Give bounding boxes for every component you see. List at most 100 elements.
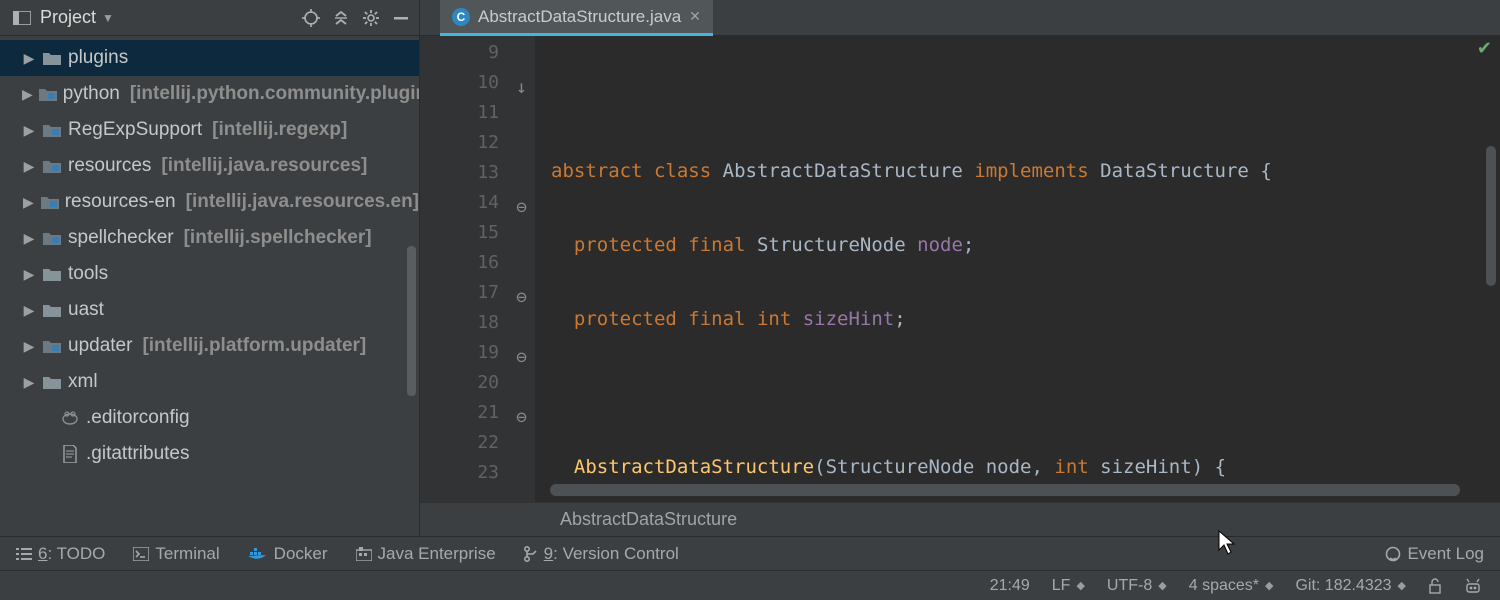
project-tool-window: Project ▼ ▶ plugins ▶: [0, 0, 420, 536]
enterprise-icon: [356, 547, 372, 561]
folder-icon: [42, 266, 62, 282]
code-area: 910↓11121314⊖151617⊖1819⊖2021⊖2223 abstr…: [420, 36, 1500, 502]
project-tree-scrollbar[interactable]: [407, 246, 416, 396]
editor-area: C AbstractDataStructure.java ✕ 910↓11121…: [420, 0, 1500, 536]
tree-item-label: python: [63, 83, 120, 105]
close-tab-icon[interactable]: ✕: [689, 8, 701, 25]
expand-icon[interactable]: ▶: [22, 122, 36, 139]
tree-folder-plugins[interactable]: ▶ plugins: [0, 40, 419, 76]
tree-folder-resources-en[interactable]: ▶ resources-en [intellij.java.resources.…: [0, 184, 419, 220]
tree-item-module: [intellij.platform.updater]: [142, 335, 366, 357]
tree-item-label: .editorconfig: [86, 407, 190, 429]
fold-gutter-icon[interactable]: ⊖: [513, 343, 527, 357]
tree-item-module: [intellij.regexp]: [212, 119, 347, 141]
code-editor[interactable]: abstract class AbstractDataStructure imp…: [535, 36, 1500, 502]
module-folder-icon: [39, 86, 57, 102]
expand-icon[interactable]: ▶: [22, 374, 36, 391]
expand-icon[interactable]: ▶: [22, 338, 36, 355]
gutter[interactable]: 910↓11121314⊖151617⊖1819⊖2021⊖2223: [420, 36, 535, 502]
breadcrumb[interactable]: AbstractDataStructure: [420, 502, 1500, 536]
collapse-all-icon[interactable]: [329, 6, 353, 30]
tree-item-label: resources: [68, 155, 151, 177]
tree-item-label: RegExpSupport: [68, 119, 202, 141]
editor-tab-active[interactable]: C AbstractDataStructure.java ✕: [440, 0, 713, 36]
vcs-icon: [524, 546, 538, 562]
event-log-icon: [1385, 546, 1401, 562]
list-icon: [16, 547, 32, 561]
tree-folder-python[interactable]: ▶ python [intellij.python.community.plug…: [0, 76, 419, 112]
expand-icon[interactable]: ▶: [22, 50, 36, 67]
tree-item-module: [intellij.spellchecker]: [184, 227, 372, 249]
tree-folder-uast[interactable]: ▶ uast: [0, 292, 419, 328]
tree-folder-tools[interactable]: ▶ tools: [0, 256, 419, 292]
tree-item-label: xml: [68, 371, 98, 393]
folder-icon: [42, 50, 62, 66]
tw-todo[interactable]: 6: TODO: [16, 544, 105, 564]
editor-tab-label: AbstractDataStructure.java: [478, 7, 681, 27]
tree-item-label: tools: [68, 263, 108, 285]
tw-event-log[interactable]: Event Log: [1385, 544, 1484, 564]
project-tool-title[interactable]: Project ▼: [40, 7, 114, 28]
tree-item-module: [intellij.python.community.plugin]: [130, 83, 419, 105]
expand-icon[interactable]: ▶: [22, 266, 36, 283]
status-git-branch[interactable]: Git: 182.4323◆: [1295, 577, 1406, 595]
tool-windows-bar: 6: TODO Terminal Docker Java Enterprise …: [0, 536, 1500, 570]
target-icon[interactable]: [299, 6, 323, 30]
gear-icon[interactable]: [359, 6, 383, 30]
tree-item-label: uast: [68, 299, 104, 321]
tree-folder-updater[interactable]: ▶ updater [intellij.platform.updater]: [0, 328, 419, 364]
tree-item-label: spellchecker: [68, 227, 174, 249]
fold-gutter-icon[interactable]: ⊖: [513, 283, 527, 297]
expand-icon[interactable]: ▶: [22, 158, 36, 175]
tree-item-module: [intellij.java.resources]: [161, 155, 367, 177]
expand-icon[interactable]: ▶: [22, 230, 36, 247]
project-tree[interactable]: ▶ plugins ▶ python [intellij.python.comm…: [0, 36, 419, 536]
module-folder-icon: [42, 230, 62, 246]
hide-tool-window-icon[interactable]: [389, 6, 413, 30]
tree-folder-resources[interactable]: ▶ resources [intellij.java.resources]: [0, 148, 419, 184]
editor-horizontal-scrollbar[interactable]: [550, 484, 1460, 496]
status-indent[interactable]: 4 spaces*◆: [1189, 577, 1274, 595]
docker-icon: [248, 547, 268, 561]
tree-item-label: plugins: [68, 47, 128, 69]
text-file-icon: [60, 446, 80, 462]
editor-tabs: C AbstractDataStructure.java ✕: [420, 0, 1500, 36]
breadcrumb-item[interactable]: AbstractDataStructure: [560, 509, 737, 530]
module-folder-icon: [41, 194, 59, 210]
tree-folder-spellchecker[interactable]: ▶ spellchecker [intellij.spellchecker]: [0, 220, 419, 256]
tree-folder-xml[interactable]: ▶ xml: [0, 364, 419, 400]
project-tool-header: Project ▼: [0, 0, 419, 36]
override-gutter-icon[interactable]: ↓: [513, 73, 527, 87]
status-line-separator[interactable]: LF◆: [1052, 577, 1085, 595]
inspection-ok-icon[interactable]: ✔: [1477, 38, 1492, 59]
fold-gutter-icon[interactable]: ⊖: [513, 403, 527, 417]
tw-javaee[interactable]: Java Enterprise: [356, 544, 496, 564]
tree-item-label: updater: [68, 335, 132, 357]
terminal-icon: [133, 547, 149, 561]
status-caret-position[interactable]: 21:49: [990, 577, 1030, 595]
tree-file-editorconfig[interactable]: .editorconfig: [0, 400, 419, 436]
folder-icon: [42, 374, 62, 390]
expand-icon[interactable]: ▶: [22, 194, 35, 211]
expand-icon[interactable]: ▶: [22, 302, 36, 319]
tree-item-module: [intellij.java.resources.en]: [186, 191, 419, 213]
tree-item-label: .gitattributes: [86, 443, 190, 465]
project-view-icon[interactable]: [10, 6, 34, 30]
tw-docker[interactable]: Docker: [248, 544, 328, 564]
module-folder-icon: [42, 122, 62, 138]
status-bar: 21:49 LF◆ UTF-8◆ 4 spaces*◆ Git: 182.432…: [0, 570, 1500, 600]
status-inspector-icon[interactable]: [1464, 578, 1482, 594]
tw-version-control[interactable]: 9: Version Control: [524, 544, 679, 564]
module-folder-icon: [42, 158, 62, 174]
fold-gutter-icon[interactable]: ⊖: [513, 193, 527, 207]
editorconfig-icon: [60, 410, 80, 426]
tree-folder-regexpsupport[interactable]: ▶ RegExpSupport [intellij.regexp]: [0, 112, 419, 148]
expand-icon[interactable]: ▶: [22, 86, 33, 103]
editor-vertical-scrollbar[interactable]: [1486, 146, 1496, 286]
module-folder-icon: [42, 338, 62, 354]
status-encoding[interactable]: UTF-8◆: [1107, 577, 1167, 595]
status-lock-icon[interactable]: [1428, 578, 1442, 594]
tree-file-gitattributes[interactable]: .gitattributes: [0, 436, 419, 472]
tw-terminal[interactable]: Terminal: [133, 544, 219, 564]
folder-icon: [42, 302, 62, 318]
